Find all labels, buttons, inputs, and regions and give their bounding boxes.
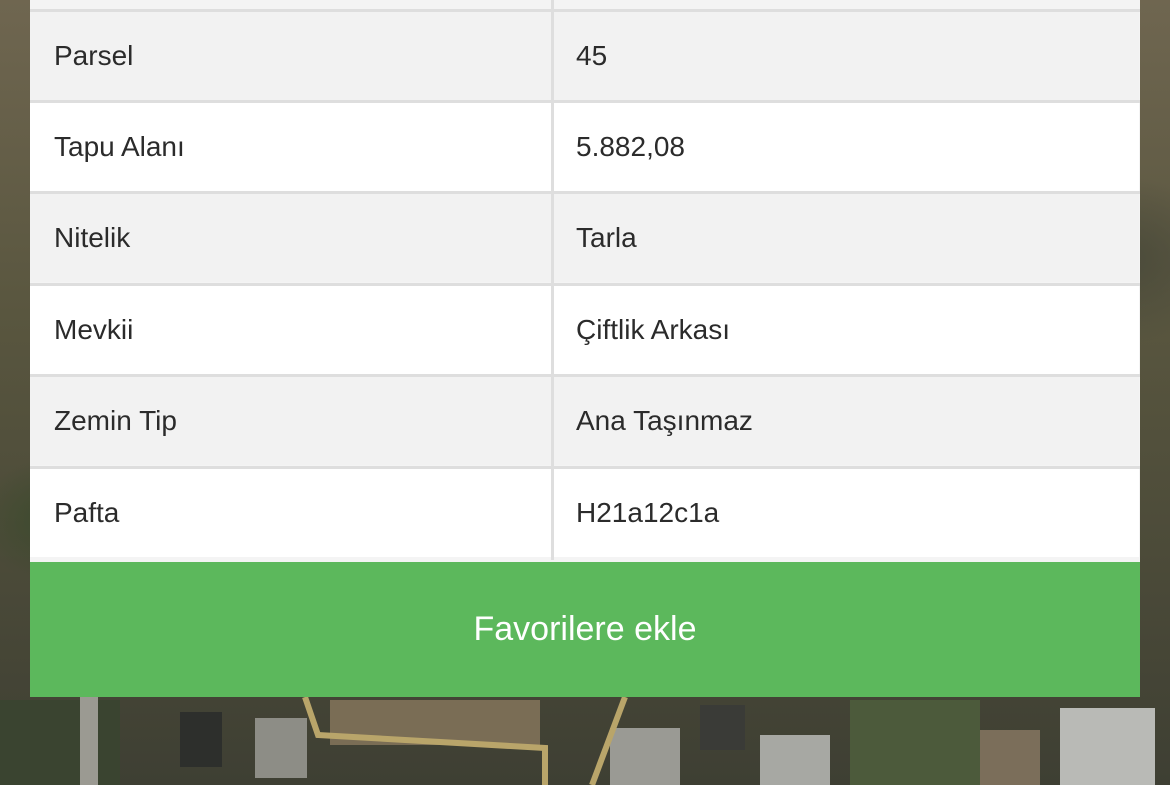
row-value: 5.882,08 (554, 103, 1139, 191)
row-value: Tarla (554, 194, 1139, 282)
road-shape (80, 697, 98, 785)
building-shape (980, 730, 1040, 785)
table-row: Tapu Alanı 5.882,08 (30, 103, 1140, 191)
row-label: Parsel (30, 12, 551, 100)
table-row: Nitelik Tarla (30, 194, 1140, 282)
building-shape (610, 728, 680, 785)
field-shape (850, 700, 980, 785)
building-shape (1060, 708, 1155, 785)
building-shape (255, 718, 307, 778)
row-label: Nitelik (30, 194, 551, 282)
row-label: Mevkii (30, 286, 551, 374)
building-shape (180, 712, 222, 767)
building-shape (700, 705, 745, 750)
trees-shape (0, 700, 120, 785)
row-label: Pafta (30, 469, 551, 557)
row-value: H21a12c1a (554, 469, 1139, 557)
row-label: Tapu Alanı (30, 103, 551, 191)
row-label: Zemin Tip (30, 377, 551, 465)
table-row: Zemin Tip Ana Taşınmaz (30, 377, 1140, 465)
table-row: Mevkii Çiftlik Arkası (30, 286, 1140, 374)
row-value: Ana Taşınmaz (554, 377, 1139, 465)
building-shape (760, 735, 830, 785)
column-divider (551, 0, 554, 560)
add-to-favorites-button[interactable]: Favorilere ekle (30, 562, 1140, 697)
parcel-info-panel: Parsel 45 Tapu Alanı 5.882,08 Nitelik Ta… (30, 0, 1140, 697)
table-row: Pafta H21a12c1a (30, 469, 1140, 557)
row-value: 45 (554, 12, 1139, 100)
table-row: Parsel 45 (30, 12, 1140, 100)
row-value: Çiftlik Arkası (554, 286, 1139, 374)
